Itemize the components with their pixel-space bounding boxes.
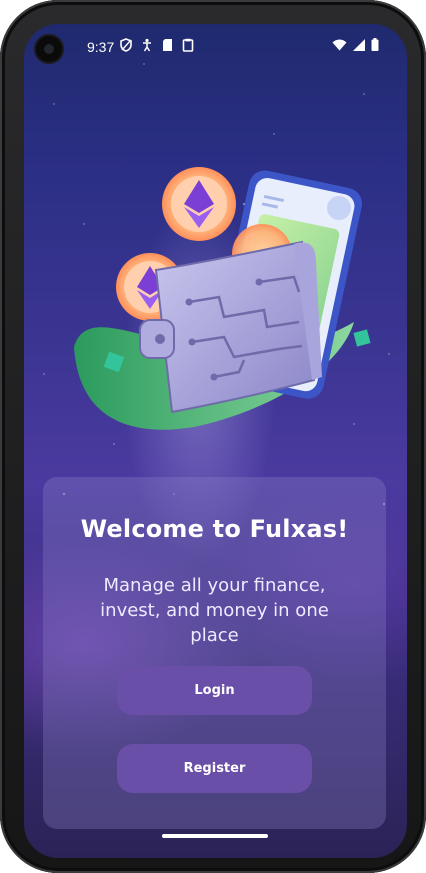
- login-button[interactable]: Login: [117, 666, 312, 715]
- ethereum-coin-icon: [162, 167, 236, 241]
- app-screen: 9:37 Welcome to Fulxas! Manage all your …: [24, 24, 407, 858]
- wallet-illustration: [74, 167, 371, 430]
- status-system-icons: [332, 38, 379, 51]
- accessibility-icon: [143, 38, 151, 52]
- register-button[interactable]: Register: [117, 744, 312, 793]
- battery-icon: [371, 38, 379, 51]
- sd-card-icon: [163, 39, 172, 51]
- front-camera: [36, 36, 62, 62]
- shield-icon: [120, 38, 132, 52]
- status-bar: 9:37: [24, 24, 407, 70]
- status-time: 9:37: [87, 39, 115, 55]
- status-notification-icons: [120, 38, 194, 52]
- signal-icon: [353, 38, 365, 51]
- home-indicator[interactable]: [162, 834, 268, 838]
- welcome-title: Welcome to Fulxas!: [80, 515, 349, 543]
- welcome-subtitle: Manage all your finance, invest, and mon…: [100, 575, 329, 646]
- phone-frame: 9:37 Welcome to Fulxas! Manage all your …: [0, 0, 426, 873]
- clipboard-icon: [182, 38, 194, 52]
- wifi-icon: [332, 39, 347, 50]
- welcome-card: Welcome to Fulxas! Manage all your finan…: [43, 477, 386, 829]
